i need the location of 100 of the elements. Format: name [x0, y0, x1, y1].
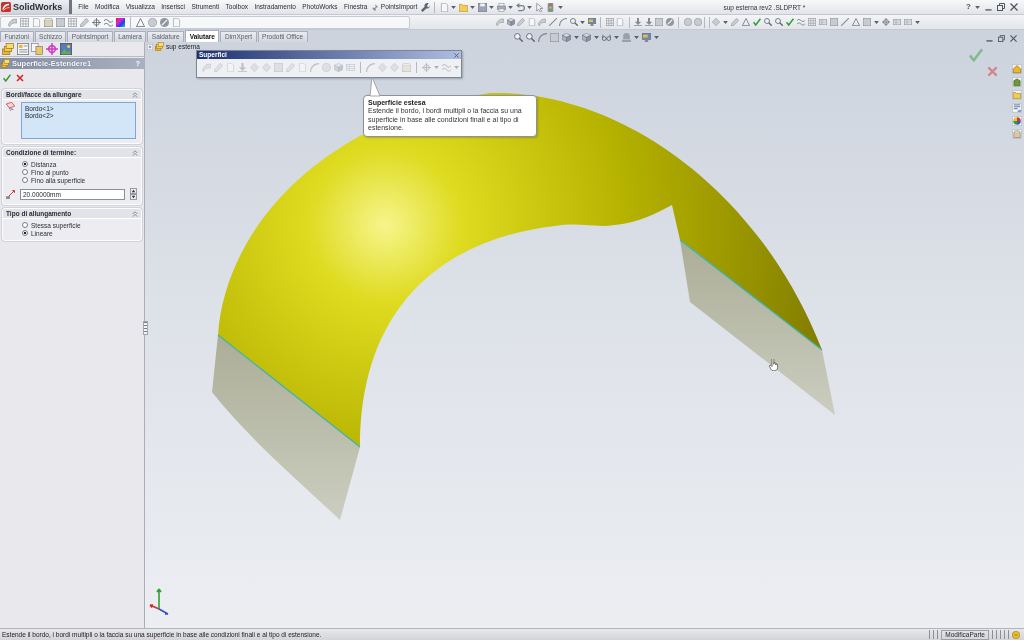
document-icon[interactable] — [32, 17, 41, 27]
caret-icon[interactable] — [723, 20, 728, 24]
down-arrow-icon[interactable] — [634, 18, 642, 26]
caret-icon[interactable] — [527, 5, 533, 9]
check-icon[interactable] — [753, 18, 761, 26]
stacked-parts-icon[interactable] — [155, 42, 164, 51]
triangle-icon[interactable] — [136, 17, 145, 27]
lamp-icon[interactable] — [622, 33, 631, 42]
magnifier-icon[interactable] — [775, 18, 783, 26]
close-icon[interactable] — [1010, 35, 1017, 42]
box-icon[interactable] — [44, 17, 53, 27]
magnifier-icon[interactable] — [526, 33, 535, 42]
document-icon[interactable] — [172, 17, 181, 27]
surface-icon[interactable] — [8, 17, 17, 27]
double-chevron-icon[interactable] — [132, 210, 138, 217]
building-icon[interactable] — [1012, 77, 1022, 87]
configuration-icon[interactable] — [31, 43, 43, 55]
expand-icon[interactable] — [147, 43, 153, 50]
cube-icon[interactable] — [506, 18, 515, 26]
property-sheet-icon[interactable] — [16, 43, 29, 55]
crosshair-icon[interactable] — [45, 43, 58, 55]
caret-icon[interactable] — [915, 20, 920, 24]
arc-icon[interactable] — [559, 18, 567, 26]
splitter-handle[interactable] — [143, 321, 148, 335]
document-icon[interactable] — [527, 18, 536, 26]
list-arrow-icon[interactable] — [1012, 103, 1022, 113]
radio-button[interactable] — [22, 222, 28, 228]
caret-icon[interactable] — [580, 20, 585, 24]
spinner-icon[interactable] — [130, 188, 137, 200]
pencil-icon[interactable] — [80, 17, 89, 27]
triangle-icon[interactable] — [742, 18, 750, 26]
caret-icon[interactable] — [489, 5, 495, 9]
radio-button[interactable] — [22, 169, 28, 175]
double-chevron-icon[interactable] — [132, 149, 138, 156]
magnifier-icon[interactable] — [764, 18, 772, 26]
surface-icon[interactable] — [496, 18, 504, 26]
triangle-icon[interactable] — [852, 18, 860, 26]
square-icon[interactable] — [550, 33, 559, 42]
gradient-square-icon[interactable] — [116, 17, 125, 27]
table-icon[interactable] — [893, 18, 901, 26]
document-icon[interactable] — [616, 18, 624, 26]
logo-panel[interactable]: SolidWorks — [0, 0, 72, 14]
line-icon[interactable] — [548, 18, 557, 26]
folder-icon[interactable] — [1012, 90, 1022, 100]
cross-icon[interactable] — [16, 74, 24, 82]
printer-icon[interactable] — [496, 2, 506, 12]
grid-icon[interactable] — [808, 18, 816, 26]
restore-icon[interactable] — [998, 35, 1005, 42]
caret-icon[interactable] — [508, 5, 514, 9]
monitor-icon[interactable] — [587, 18, 596, 26]
wrench-icon[interactable] — [420, 2, 430, 12]
caret-icon[interactable] — [574, 36, 579, 39]
check-icon[interactable] — [3, 74, 11, 82]
down-arrow-icon[interactable] — [238, 63, 247, 72]
diamond-icon[interactable] — [712, 18, 720, 26]
cube-icon[interactable] — [582, 33, 591, 42]
radio-button[interactable] — [22, 161, 28, 167]
picture-icon[interactable] — [60, 43, 72, 55]
glasses-icon[interactable] — [602, 33, 611, 42]
check-icon[interactable] — [786, 18, 794, 26]
grid-icon[interactable] — [20, 17, 29, 27]
radio-button[interactable] — [22, 177, 28, 183]
down-arrow-icon[interactable] — [644, 18, 653, 26]
restore-icon[interactable] — [997, 3, 1005, 11]
caret-icon[interactable] — [874, 20, 879, 24]
square-icon[interactable] — [830, 18, 838, 26]
help-button[interactable]: ? — [966, 2, 971, 12]
wave-icon[interactable] — [797, 18, 805, 26]
magnifier-icon[interactable] — [514, 33, 523, 42]
cube-icon[interactable] — [334, 63, 343, 72]
square-icon[interactable] — [56, 17, 65, 27]
radio-button[interactable] — [22, 230, 28, 236]
caret-icon[interactable] — [557, 5, 563, 9]
pin-icon[interactable] — [370, 3, 378, 11]
disc-icon[interactable] — [1012, 630, 1020, 639]
arc-icon[interactable] — [538, 33, 547, 42]
caret-icon[interactable] — [451, 5, 457, 9]
close-icon[interactable] — [1010, 3, 1018, 11]
double-chevron-icon[interactable] — [132, 91, 138, 98]
surface-icon[interactable] — [538, 18, 546, 26]
box-icon[interactable] — [1012, 129, 1022, 139]
cube-icon[interactable] — [562, 33, 571, 42]
table-icon[interactable] — [819, 18, 827, 26]
pencil-icon[interactable] — [731, 18, 739, 26]
crosshair-icon[interactable] — [92, 17, 101, 27]
save-icon[interactable] — [477, 2, 487, 12]
caret-icon[interactable] — [594, 36, 599, 39]
house-icon[interactable] — [1012, 64, 1022, 74]
caret-icon[interactable] — [975, 5, 980, 9]
grid-icon[interactable] — [605, 18, 614, 26]
stacked-parts-icon[interactable] — [2, 43, 14, 55]
sphere-icon[interactable] — [148, 17, 157, 27]
square-icon[interactable] — [655, 18, 663, 26]
grid-icon[interactable] — [68, 17, 77, 27]
magnifier-icon[interactable] — [569, 18, 578, 26]
close-icon[interactable] — [454, 52, 459, 58]
no-entry-icon[interactable] — [160, 17, 169, 27]
table-icon[interactable] — [904, 18, 912, 26]
undo-icon[interactable] — [515, 2, 525, 12]
caret-icon[interactable] — [614, 36, 619, 39]
